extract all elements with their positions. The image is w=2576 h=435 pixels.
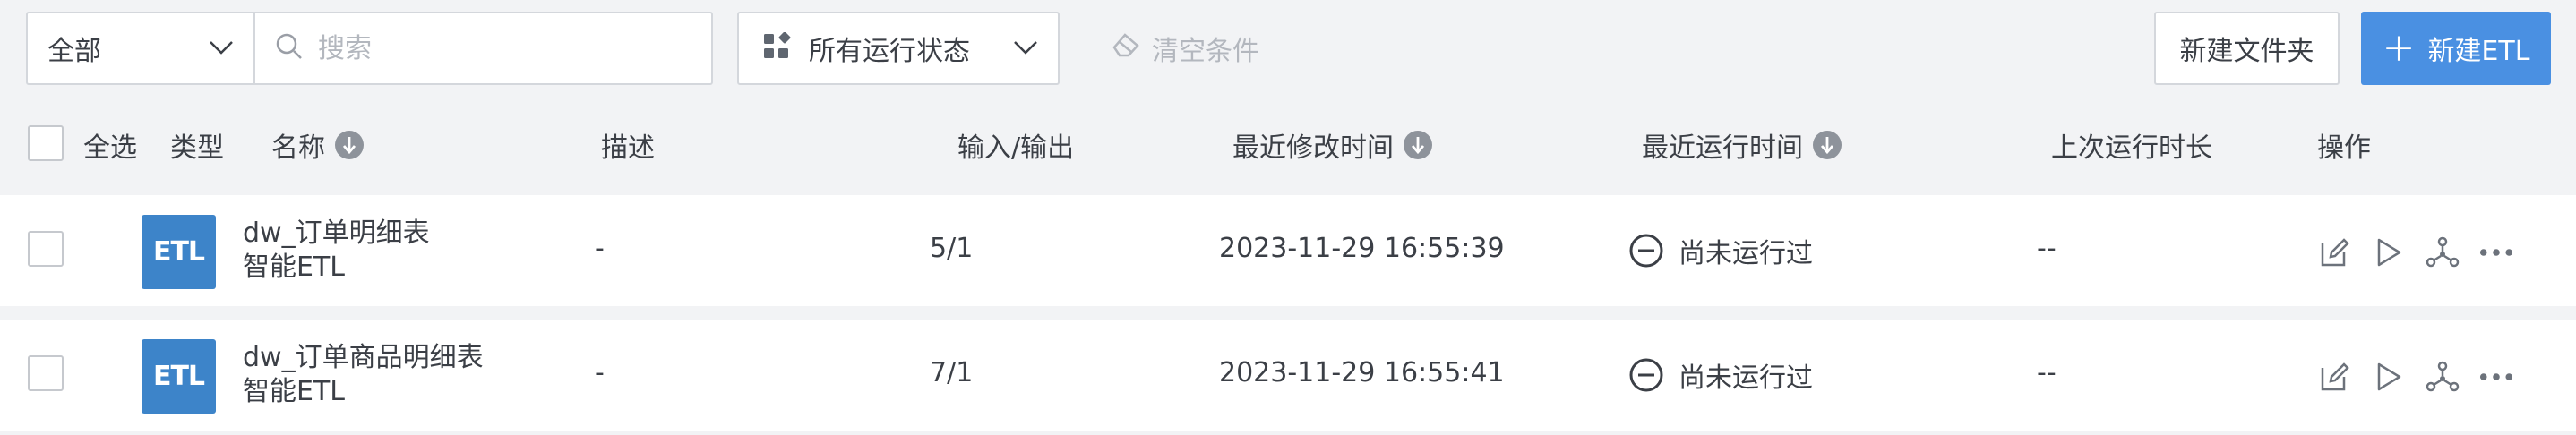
column-duration: 上次运行时长 <box>2051 132 2212 164</box>
clear-conditions-label: 清空条件 <box>1152 36 1259 67</box>
column-type: 类型 <box>170 132 224 164</box>
column-name-label: 名称 <box>271 132 325 164</box>
run-status-filter[interactable]: 所有运行状态 <box>737 12 1060 85</box>
row-duration: -- <box>2037 233 2057 264</box>
search-box[interactable] <box>253 12 713 85</box>
clear-conditions-button[interactable]: 清空条件 <box>1111 29 1259 68</box>
column-name[interactable]: 名称 <box>271 125 365 165</box>
play-icon[interactable] <box>2372 360 2406 394</box>
run-status-text: 尚未运行过 <box>1679 362 1813 394</box>
select-all-checkbox[interactable] <box>28 125 64 161</box>
scope-select-value: 全部 <box>47 36 101 67</box>
column-io: 输入/输出 <box>957 132 1075 164</box>
etl-name[interactable]: dw_订单明细表 <box>243 217 430 251</box>
row-desc: - <box>595 233 605 264</box>
etl-subtype: 智能ETL <box>243 376 345 407</box>
row-desc: - <box>595 357 605 388</box>
table-header: 全选 类型 名称 描述 输入/输出 最近修改时间 最近运行时间 上次运行时长 操… <box>0 106 2576 181</box>
lineage-icon[interactable] <box>2426 235 2460 269</box>
chevron-down-icon <box>209 40 234 60</box>
new-etl-button[interactable]: + 新建ETL <box>2361 12 2551 85</box>
toolbar: 全部 所有运行状态 清空条件 新建文件夹 + 新建 <box>0 0 2576 98</box>
row-duration: -- <box>2037 357 2057 388</box>
row-io: 7/1 <box>930 357 974 388</box>
row-name[interactable]: dw_订单明细表 智能ETL <box>243 217 430 285</box>
select-all-label: 全选 <box>83 132 137 164</box>
column-last-run-label: 最近运行时间 <box>1642 132 1803 164</box>
table-row[interactable]: ETL dw_订单明细表 智能ETL - 5/1 2023-11-29 16:5… <box>0 195 2576 306</box>
edit-icon[interactable] <box>2318 360 2352 394</box>
etl-name[interactable]: dw_订单商品明细表 <box>243 341 484 375</box>
column-desc: 描述 <box>601 132 655 164</box>
sort-icon[interactable] <box>334 130 365 160</box>
plus-icon: + <box>2382 25 2416 71</box>
new-etl-label: 新建ETL <box>2427 36 2530 67</box>
search-input[interactable] <box>318 32 676 64</box>
play-icon[interactable] <box>2372 235 2406 269</box>
row-run-status: 尚未运行过 <box>1628 355 1813 395</box>
column-modified-label: 最近修改时间 <box>1232 132 1394 164</box>
edit-icon[interactable] <box>2318 235 2352 269</box>
column-ops: 操作 <box>2317 132 2371 164</box>
row-actions <box>2318 360 2533 394</box>
not-run-icon <box>1629 234 1663 268</box>
scope-select[interactable]: 全部 <box>26 12 255 85</box>
more-icon[interactable] <box>2479 235 2513 269</box>
row-io: 5/1 <box>930 233 974 264</box>
column-modified[interactable]: 最近修改时间 <box>1232 125 1433 165</box>
row-modified-time: 2023-11-29 16:55:41 <box>1219 357 1505 388</box>
eraser-icon <box>1111 31 1141 65</box>
not-run-icon <box>1629 358 1663 392</box>
etl-type-icon: ETL <box>142 215 216 289</box>
row-checkbox[interactable] <box>28 231 64 267</box>
sort-icon[interactable] <box>1403 130 1433 160</box>
search-icon <box>275 32 304 64</box>
row-checkbox[interactable] <box>28 355 64 391</box>
new-folder-button[interactable]: 新建文件夹 <box>2154 12 2340 85</box>
table-row[interactable]: ETL dw_订单商品明细表 智能ETL - 7/1 2023-11-29 16… <box>0 320 2576 431</box>
row-modified-time: 2023-11-29 16:55:39 <box>1219 233 1505 264</box>
run-status-value: 所有运行状态 <box>809 36 970 67</box>
etl-subtype: 智能ETL <box>243 252 345 283</box>
run-status-text: 尚未运行过 <box>1679 238 1813 269</box>
row-actions <box>2318 235 2533 269</box>
row-name[interactable]: dw_订单商品明细表 智能ETL <box>243 341 484 409</box>
row-run-status: 尚未运行过 <box>1628 231 1813 270</box>
lineage-icon[interactable] <box>2426 360 2460 394</box>
etl-type-icon: ETL <box>142 339 216 414</box>
column-last-run[interactable]: 最近运行时间 <box>1642 125 1842 165</box>
grid-icon <box>762 31 791 64</box>
chevron-down-icon <box>1013 40 1038 60</box>
more-icon[interactable] <box>2479 360 2513 394</box>
sort-icon[interactable] <box>1812 130 1842 160</box>
